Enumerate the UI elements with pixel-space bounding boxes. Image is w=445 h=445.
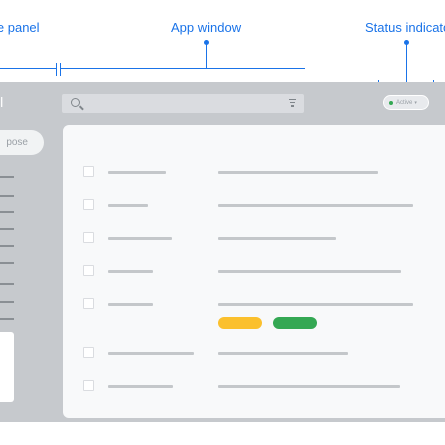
chevron-down-icon: ▾ (414, 99, 417, 106)
sender-placeholder (108, 270, 153, 273)
row-checkbox[interactable] (83, 232, 94, 243)
sender-placeholder (108, 352, 194, 355)
row-checkbox[interactable] (83, 265, 94, 276)
label-tag-yellow[interactable] (218, 317, 262, 329)
side-panel-card (0, 332, 14, 402)
status-indicator-callout: Status indicato (365, 20, 445, 35)
subject-placeholder (218, 352, 348, 355)
row-checkbox[interactable] (83, 199, 94, 210)
subject-placeholder (218, 237, 336, 240)
label-tag-green[interactable] (273, 317, 317, 329)
filter-icon[interactable] (289, 99, 296, 108)
sidebar-item[interactable] (0, 228, 14, 230)
row-checkbox[interactable] (83, 166, 94, 177)
subject-placeholder (218, 204, 413, 207)
subject-placeholder (218, 270, 401, 273)
row-checkbox[interactable] (83, 347, 94, 358)
search-icon (71, 98, 80, 107)
status-dot-icon (389, 100, 393, 105)
sender-placeholder (108, 204, 148, 207)
sidebar-item[interactable] (0, 211, 14, 213)
sidebar-item[interactable] (0, 283, 14, 285)
sidebar-item[interactable] (0, 301, 14, 303)
status-indicator[interactable]: Active ▾ (383, 95, 429, 110)
app-window-callout: App window (171, 20, 242, 35)
sidebar-item[interactable] (0, 245, 14, 247)
row-checkbox[interactable] (83, 298, 94, 309)
sidebar-item[interactable] (0, 262, 14, 264)
subject-placeholder (218, 171, 378, 174)
sidebar-item[interactable] (0, 195, 14, 197)
status-label: Active (396, 99, 413, 106)
search-input[interactable] (62, 94, 304, 113)
app-name: il (0, 94, 4, 110)
sender-placeholder (108, 385, 173, 388)
subject-placeholder (218, 303, 413, 306)
sender-placeholder (108, 237, 172, 240)
sender-placeholder (108, 303, 153, 306)
sidebar-item[interactable] (0, 318, 14, 320)
sidebar-item[interactable] (0, 176, 14, 178)
compose-label: pose (6, 137, 28, 148)
side-panel-callout: le panel (0, 20, 40, 35)
sender-placeholder (108, 171, 166, 174)
subject-placeholder (218, 385, 400, 388)
compose-button[interactable]: pose (0, 130, 44, 155)
row-checkbox[interactable] (83, 380, 94, 391)
